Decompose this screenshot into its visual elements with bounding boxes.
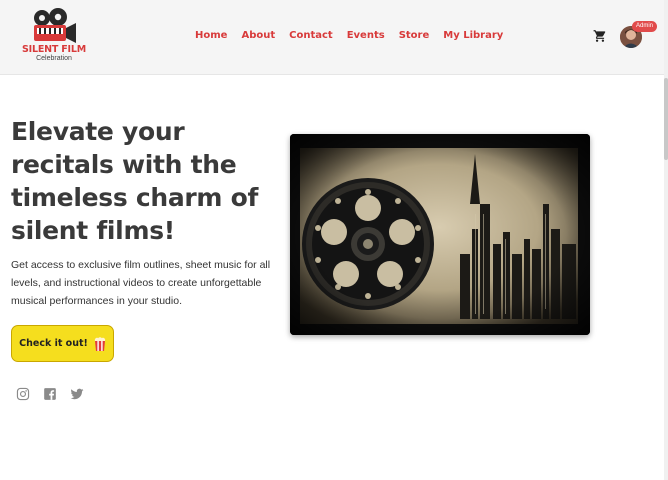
brand-title: SILENT FILM xyxy=(22,44,86,55)
site-header: SILENT FILM Celebration Home About Conta… xyxy=(0,0,668,75)
nav-events[interactable]: Events xyxy=(347,30,385,41)
brand-logo[interactable]: SILENT FILM Celebration xyxy=(22,6,86,64)
cta-label: Check it out! xyxy=(19,338,88,349)
popcorn-icon xyxy=(94,336,106,351)
check-it-out-button[interactable]: Check it out! xyxy=(11,325,114,362)
film-reel-city-illustration xyxy=(290,134,590,335)
main-nav: Home About Contact Events Store My Libra… xyxy=(195,30,503,41)
twitter-icon[interactable] xyxy=(70,387,84,401)
film-camera-icon xyxy=(34,8,76,43)
cart-icon[interactable] xyxy=(593,29,607,43)
scrollbar-thumb[interactable] xyxy=(664,78,668,160)
brand-subtitle: Celebration xyxy=(36,55,72,62)
instagram-icon[interactable] xyxy=(16,387,30,401)
scrollbar-track[interactable] xyxy=(664,0,668,480)
hero-description: Get access to exclusive film outlines, s… xyxy=(11,259,271,307)
nav-my-library[interactable]: My Library xyxy=(443,30,503,41)
facebook-icon[interactable] xyxy=(43,387,57,401)
nav-store[interactable]: Store xyxy=(399,30,430,41)
nav-contact[interactable]: Contact xyxy=(289,30,333,41)
admin-badge: Admin xyxy=(632,21,658,32)
nav-about[interactable]: About xyxy=(241,30,275,41)
hero-film-reel-image xyxy=(290,134,590,335)
nav-home[interactable]: Home xyxy=(195,30,227,41)
hero-title: Elevate your recitals with the timeless … xyxy=(11,117,259,245)
